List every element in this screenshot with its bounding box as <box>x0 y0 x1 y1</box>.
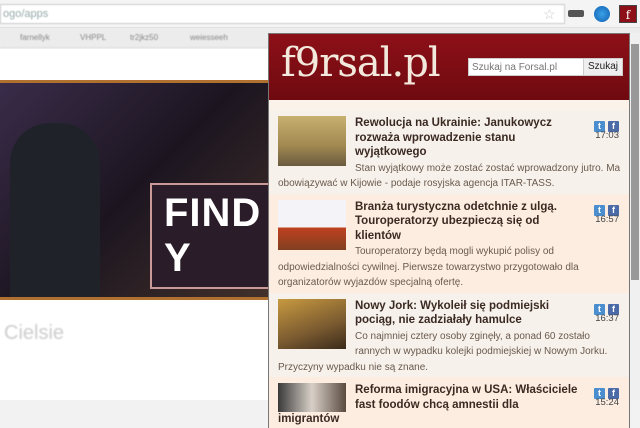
bookmark[interactable]: VHPPL <box>80 33 106 42</box>
bookmark[interactable]: tr2jkz50 <box>130 33 158 42</box>
article-time: 16:57 <box>595 213 619 225</box>
article-thumbnail[interactable] <box>278 383 346 412</box>
article-item[interactable]: Reforma imigracyjna w USA: Właściciele f… <box>269 377 629 428</box>
article-time: 17:03 <box>595 130 619 141</box>
article-time: 15:24 <box>595 397 619 408</box>
banner-text: FIND Y <box>150 183 268 289</box>
article-item[interactable]: Branża turystyczna odetchnie z ulgą. Tou… <box>269 193 629 293</box>
article-item[interactable]: Rewolucja na Ukrainie: Janukowycz rozważ… <box>269 110 629 194</box>
article-thumbnail[interactable] <box>278 199 346 250</box>
article-desc: Touroperatorzy będą mogli wykupić polisy… <box>278 246 579 288</box>
popup-header: f9rsal.pl Szukaj <box>269 34 629 100</box>
scrollbar-thumb[interactable] <box>631 44 639 280</box>
article-thumbnail[interactable] <box>278 298 346 349</box>
search-button[interactable]: Szukaj <box>583 58 623 76</box>
article-list: Rewolucja na Ukrainie: Janukowycz rozważ… <box>269 110 629 428</box>
article-time: 16:37 <box>595 312 619 324</box>
bookmark[interactable]: weiesseeh <box>190 33 228 42</box>
address-bar[interactable]: ogo/apps <box>0 4 565 24</box>
browser-toolbar: ogo/apps ☆ f <box>0 0 640 28</box>
forsal-popup: f9rsal.pl Szukaj Rewolucja na Ukrainie: … <box>268 33 630 428</box>
forsal-logo[interactable]: f9rsal.pl <box>281 40 441 86</box>
globe-extension-icon[interactable] <box>594 6 610 22</box>
extension-icon[interactable] <box>568 10 584 17</box>
bookmark-star-icon[interactable]: ☆ <box>543 6 556 23</box>
search-input[interactable] <box>468 58 584 76</box>
banner-image: FIND Y <box>0 80 268 300</box>
bookmark[interactable]: farnellyk <box>20 33 50 42</box>
article-item[interactable]: Nowy Jork: Wykoleił się podmiejski pocią… <box>269 292 629 377</box>
forsal-extension-icon[interactable]: f <box>619 5 637 23</box>
page-text: Cielsie <box>4 322 65 344</box>
article-thumbnail[interactable] <box>278 116 346 166</box>
